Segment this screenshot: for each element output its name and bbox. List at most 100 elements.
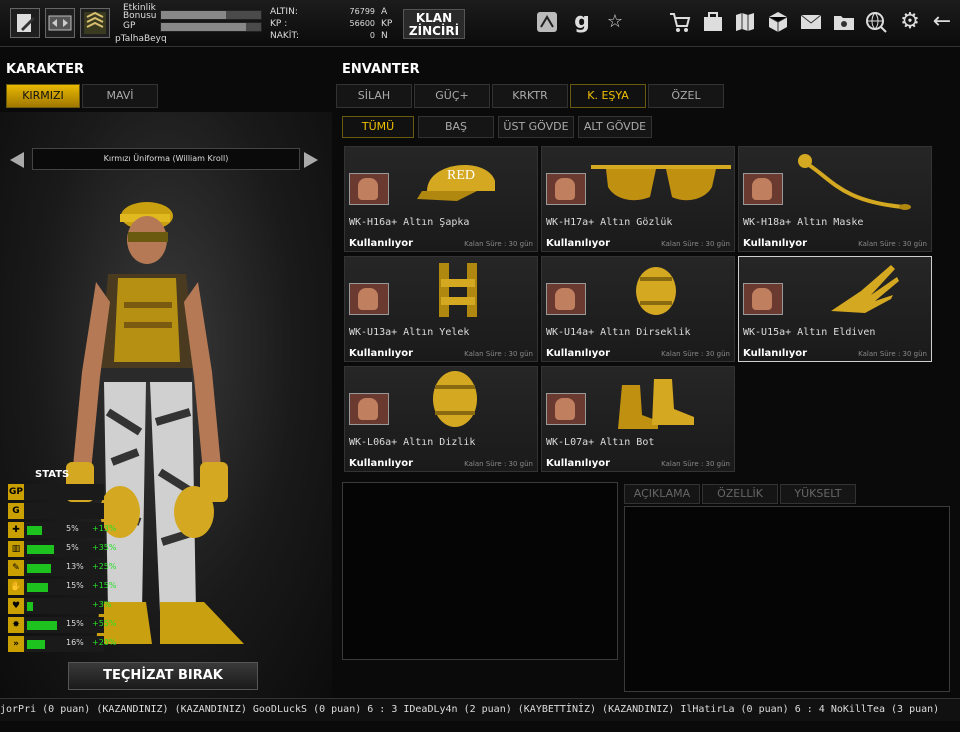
item-card[interactable]: WK-U13a+ Altın Yelek Kullanılıyor Kalan … bbox=[344, 256, 538, 362]
item-name: WK-U13a+ Altın Yelek bbox=[349, 327, 470, 338]
settings-icon[interactable] bbox=[535, 10, 559, 34]
stat-bonus: +35% bbox=[92, 543, 117, 552]
subtab-3[interactable]: ALT GÖVDE bbox=[578, 116, 652, 138]
tab-envanter-4[interactable]: ÖZEL bbox=[648, 84, 724, 108]
item-status: Kullanılıyor bbox=[546, 458, 611, 469]
g-icon[interactable]: g bbox=[570, 10, 594, 34]
item-time-left: Kalan Süre : 30 gün bbox=[661, 350, 730, 358]
klan-button[interactable]: KLAN ZİNCİRİ bbox=[403, 9, 465, 39]
item-name: WK-L07a+ Altın Bot bbox=[546, 437, 655, 448]
map-icon[interactable] bbox=[733, 10, 757, 34]
tab-mavi[interactable]: MAVİ bbox=[82, 84, 158, 108]
stat-icon: ▥ bbox=[8, 541, 24, 557]
detail-tab-2[interactable]: YÜKSELT bbox=[780, 484, 856, 504]
vest-icon bbox=[431, 257, 491, 325]
altin-unit: A bbox=[381, 7, 388, 17]
stat-row: ✎ 13% +25% bbox=[8, 560, 116, 576]
item-card[interactable]: RED WK-H16a+ Altın Şapka Kullanılıyor Ka… bbox=[344, 146, 538, 252]
stat-row: GP bbox=[8, 484, 104, 500]
folder-icon[interactable] bbox=[832, 10, 856, 34]
knee-pad-icon bbox=[425, 367, 485, 435]
item-name: WK-H16a+ Altın Şapka bbox=[349, 217, 470, 228]
glove-icon bbox=[821, 261, 901, 325]
kp-value: 56600 bbox=[349, 19, 375, 28]
stat-bar bbox=[27, 602, 33, 611]
tab-envanter-2[interactable]: KRKTR bbox=[492, 84, 568, 108]
stat-bonus: +3% bbox=[92, 600, 112, 609]
box-icon[interactable] bbox=[766, 10, 790, 34]
item-status: Kullanılıyor bbox=[546, 238, 611, 249]
subtab-1[interactable]: BAŞ bbox=[418, 116, 494, 138]
stat-row: ♥ +3% bbox=[8, 598, 111, 614]
stat-bar bbox=[27, 640, 45, 649]
stat-percent: 15% bbox=[66, 581, 84, 590]
stat-bonus: +55% bbox=[92, 619, 117, 628]
boots-icon bbox=[614, 375, 704, 439]
tab-kirmizi[interactable]: KIRMIZI bbox=[6, 84, 80, 108]
item-card[interactable]: WK-U14a+ Altın Dirseklik Kullanılıyor Ka… bbox=[541, 256, 735, 362]
stat-icon: ♥ bbox=[8, 598, 24, 614]
item-status: Kullanılıyor bbox=[349, 238, 414, 249]
tab-envanter-3[interactable]: K. EŞYA bbox=[570, 84, 646, 108]
item-time-left: Kalan Süre : 30 gün bbox=[858, 240, 927, 248]
detail-tab-1[interactable]: ÖZELLİK bbox=[702, 484, 778, 504]
detail-tab-0[interactable]: AÇIKLAMA bbox=[624, 484, 700, 504]
item-card[interactable]: WK-L06a+ Altın Dizlik Kullanılıyor Kalan… bbox=[344, 366, 538, 472]
character-viewport: Kırmızı Üniforma (William Kroll) STATS G… bbox=[0, 112, 332, 698]
elbow-pad-icon bbox=[626, 261, 686, 325]
next-outfit-arrow-icon[interactable] bbox=[304, 152, 318, 168]
star-icon[interactable]: ☆ bbox=[603, 10, 627, 34]
drop-equipment-button[interactable]: TEÇHİZAT BIRAK bbox=[68, 662, 258, 690]
stat-percent: 5% bbox=[66, 524, 79, 533]
item-card[interactable]: WK-U15a+ Altın Eldiven Kullanılıyor Kala… bbox=[738, 256, 932, 362]
stat-icon: » bbox=[8, 636, 24, 652]
karakter-title: KARAKTER bbox=[6, 62, 85, 77]
character-portrait-icon bbox=[546, 173, 586, 205]
cart-icon[interactable] bbox=[668, 10, 692, 34]
stat-icon: ✎ bbox=[8, 560, 24, 576]
globe-icon[interactable] bbox=[864, 10, 888, 34]
stat-bar bbox=[27, 583, 48, 592]
envanter-title: ENVANTER bbox=[342, 62, 420, 77]
bag-icon[interactable] bbox=[701, 10, 725, 34]
stat-percent: 16% bbox=[66, 638, 84, 647]
item-card[interactable]: WK-L07a+ Altın Bot Kullanılıyor Kalan Sü… bbox=[541, 366, 735, 472]
character-portrait-icon bbox=[349, 393, 389, 425]
bonusu-label: Bonusu bbox=[123, 11, 157, 21]
subtab-2[interactable]: ÜST GÖVDE bbox=[498, 116, 574, 138]
subtab-0[interactable]: TÜMÜ bbox=[342, 116, 414, 138]
item-time-left: Kalan Süre : 30 gün bbox=[464, 240, 533, 248]
gp-label: GP bbox=[123, 21, 136, 31]
match-ticker: jorPri (0 puan) (KAZANDINIZ) (KAZANDINIZ… bbox=[0, 698, 960, 721]
item-name: WK-U14a+ Altın Dirseklik bbox=[546, 327, 691, 338]
prev-outfit-arrow-icon[interactable] bbox=[10, 152, 24, 168]
mail-icon[interactable] bbox=[799, 10, 823, 34]
item-name: WK-H18a+ Altın Maske bbox=[743, 217, 864, 228]
character-portrait-icon bbox=[743, 173, 783, 205]
currency-values: 76799 56600 0 bbox=[345, 6, 375, 42]
character-portrait-icon bbox=[349, 283, 389, 315]
stat-bar bbox=[27, 526, 42, 535]
item-status: Kullanılıyor bbox=[743, 348, 808, 359]
username: pTalhaBeyq bbox=[115, 34, 167, 44]
item-time-left: Kalan Süre : 30 gün bbox=[661, 240, 730, 248]
item-status: Kullanılıyor bbox=[743, 238, 808, 249]
stat-row: ✸ 15% +55% bbox=[8, 617, 116, 633]
tab-envanter-0[interactable]: SİLAH bbox=[336, 84, 412, 108]
item-card[interactable]: WK-H18a+ Altın Maske Kullanılıyor Kalan … bbox=[738, 146, 932, 252]
stat-bar bbox=[27, 545, 54, 554]
clan-emblem-icon bbox=[45, 8, 75, 38]
stat-bar bbox=[27, 621, 57, 630]
tab-envanter-1[interactable]: GÜÇ+ bbox=[414, 84, 490, 108]
gp-bar bbox=[160, 22, 262, 32]
stat-percent: 13% bbox=[66, 562, 84, 571]
altin-label: ALTIN: bbox=[270, 7, 298, 17]
back-icon[interactable]: ← bbox=[930, 10, 954, 34]
currency-labels: ALTIN: KP : NAKİT: bbox=[270, 6, 299, 42]
gear-icon[interactable]: ⚙ bbox=[898, 10, 922, 34]
stat-row: G bbox=[8, 503, 104, 519]
item-card[interactable]: WK-H17a+ Altın Gözlük Kullanılıyor Kalan… bbox=[541, 146, 735, 252]
edit-icon[interactable] bbox=[10, 8, 40, 38]
altin-value: 76799 bbox=[349, 7, 375, 16]
item-detail-panel bbox=[624, 506, 950, 692]
